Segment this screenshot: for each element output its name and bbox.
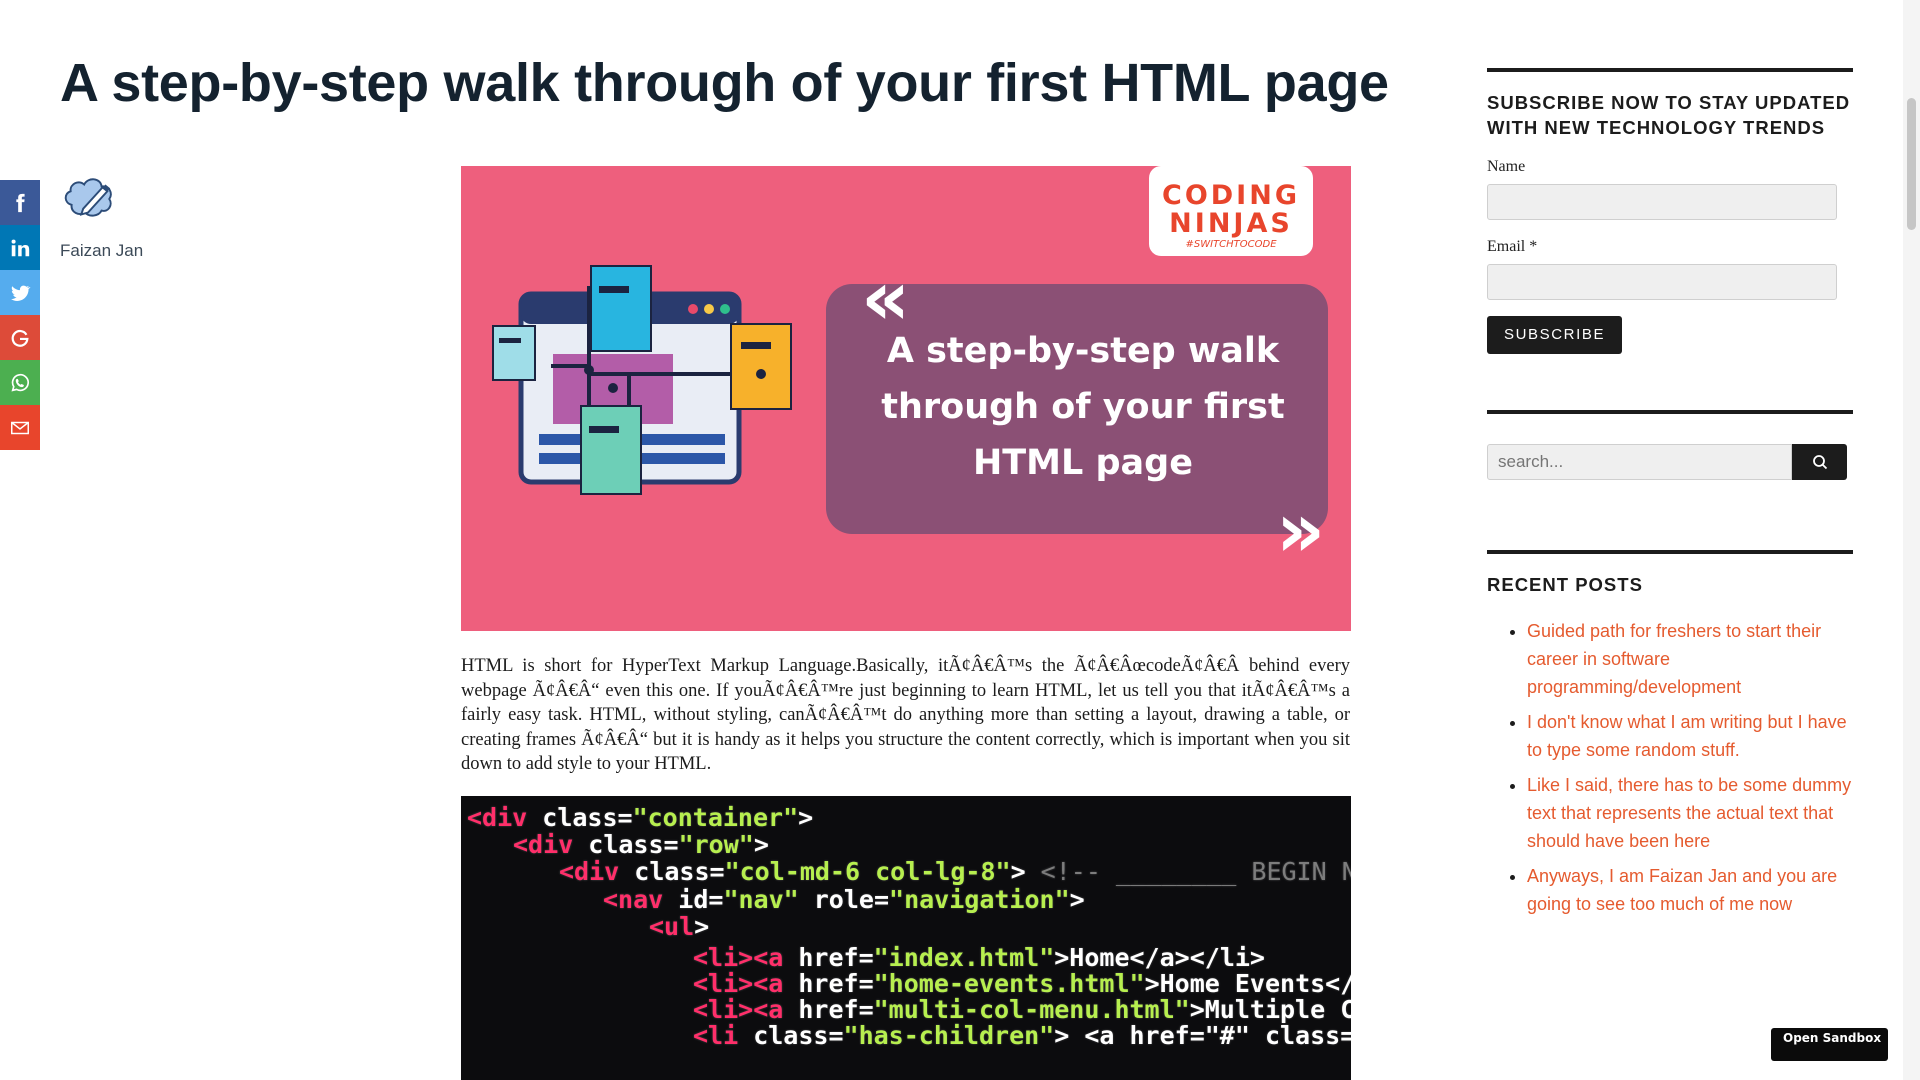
headline-line-1: A step-by-step walk: [887, 331, 1280, 371]
subscribe-title: SUBSCRIBE NOW TO STAY UPDATED WITH NEW T…: [1487, 92, 1851, 138]
brand-line-1: CODING: [1162, 180, 1300, 211]
recent-posts-list: Guided path for freshers to start their …: [1487, 617, 1853, 918]
open-sandbox-button[interactable]: Open Sandbox: [1771, 1028, 1888, 1061]
code-line: <li><a href="multi-col-menu.html">Multip…: [693, 995, 1351, 1024]
widget-divider: [1487, 68, 1853, 72]
quote-open-glyph: «: [861, 253, 910, 342]
headline-line-3: HTML page: [973, 443, 1193, 483]
whatsapp-icon: [11, 373, 29, 391]
whatsapp-share-button[interactable]: [0, 360, 40, 405]
brand-line-2: NINJAS: [1169, 208, 1293, 239]
code-line: <li><a href="home-events.html">Home Even…: [693, 969, 1351, 998]
widget-divider: [1487, 410, 1853, 414]
email-field[interactable]: [1487, 264, 1837, 300]
code-line: <li class="has-children"> <a href="#" cl…: [693, 1021, 1351, 1050]
email-icon: [11, 421, 29, 434]
author-name[interactable]: Faizan Jan: [60, 241, 143, 261]
search-icon: [1812, 455, 1827, 470]
featured-image: CODING NINJAS #SWITCHTOCODE « » A step-b…: [461, 166, 1351, 631]
recent-post-link[interactable]: Guided path for freshers to start their …: [1527, 617, 1853, 701]
twitter-share-button[interactable]: [0, 270, 40, 315]
email-label: Email *: [1487, 238, 1538, 255]
page: A step-by-step walk through of your firs…: [0, 0, 1920, 1080]
code-line: <ul>: [649, 912, 710, 941]
google-icon: [11, 329, 29, 347]
search-widget: [1487, 410, 1853, 480]
author-avatar[interactable]: [60, 170, 118, 228]
google-share-button[interactable]: [0, 315, 40, 360]
social-share-bar: [0, 180, 40, 450]
name-field[interactable]: [1487, 184, 1837, 220]
recent-posts-title: RECENT POSTS: [1487, 574, 1643, 595]
recent-post-link[interactable]: Anyways, I am Faizan Jan and you are goi…: [1527, 862, 1853, 918]
recent-post-link[interactable]: I don't know what I am writing but I hav…: [1527, 708, 1853, 764]
facebook-share-button[interactable]: [0, 180, 40, 225]
browser-illustration: [492, 265, 792, 495]
brand-tag: #SWITCHTOCODE: [1185, 239, 1277, 250]
sidebar: SUBSCRIBE NOW TO STAY UPDATED WITH NEW T…: [1487, 68, 1853, 925]
linkedin-share-button[interactable]: [0, 225, 40, 270]
hero-illustration: CODING NINJAS #SWITCHTOCODE « » A step-b…: [492, 166, 1328, 574]
subscribe-widget: SUBSCRIBE NOW TO STAY UPDATED WITH NEW T…: [1487, 68, 1853, 354]
name-label: Name: [1487, 158, 1526, 175]
twitter-icon: [11, 285, 31, 301]
code-line: <div class="col-md-6 col-lg-8"> <!-- ___…: [559, 857, 1351, 886]
facebook-icon: [16, 193, 25, 212]
code-line: <div class="container">: [467, 803, 814, 832]
email-share-button[interactable]: [0, 405, 40, 450]
article-paragraph: HTML is short for HyperText Markup Langu…: [461, 656, 1350, 774]
code-line: <li><a href="index.html">Home</a></li>: [693, 943, 1265, 972]
post-title: A step-by-step walk through of your firs…: [60, 53, 1389, 113]
recent-posts-widget: RECENT POSTS Guided path for freshers to…: [1487, 550, 1853, 918]
code-image: <div class="container"> <div class="row">…: [461, 796, 1351, 1080]
search-input[interactable]: [1487, 444, 1792, 480]
recent-post-link[interactable]: Like I said, there has to be some dummy …: [1527, 771, 1853, 855]
code-line: <nav id="nav" role="navigation">: [603, 885, 1085, 914]
quote-close-glyph: »: [1276, 485, 1325, 574]
author-block: Faizan Jan: [60, 170, 143, 261]
page-scrollbar[interactable]: [1903, 0, 1920, 1080]
headline-line-2: through of your first: [881, 387, 1284, 427]
linkedin-icon: [11, 239, 30, 256]
scrollbar-thumb[interactable]: [1907, 98, 1916, 230]
search-button[interactable]: [1792, 444, 1847, 480]
widget-divider: [1487, 550, 1853, 554]
code-line: <div class="row">: [513, 830, 769, 859]
subscribe-button[interactable]: SUBSCRIBE: [1487, 316, 1623, 354]
